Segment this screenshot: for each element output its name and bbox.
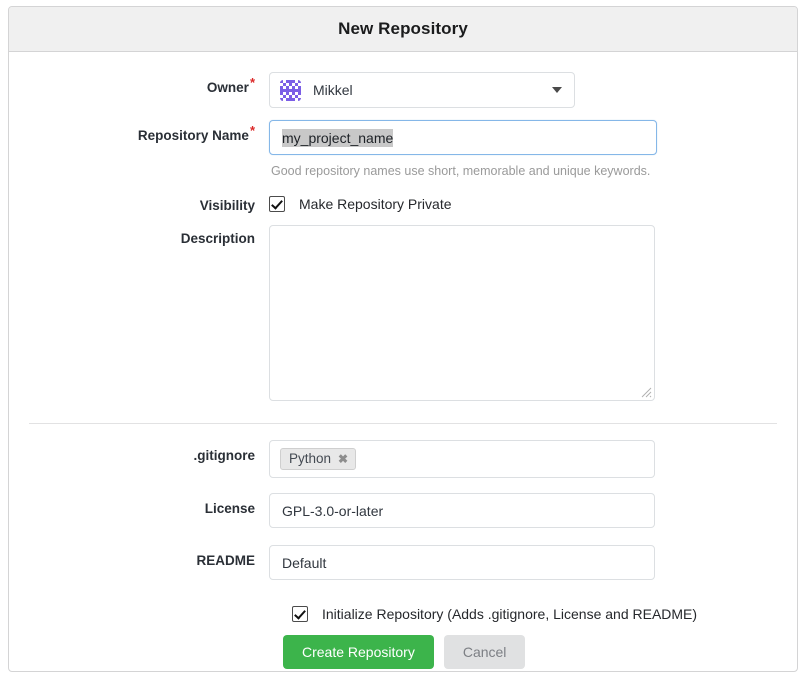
repository-name-label-wrap: Repository Name* xyxy=(9,120,269,144)
initialize-repository-label[interactable]: Initialize Repository (Adds .gitignore, … xyxy=(322,606,697,622)
license-input[interactable]: GPL-3.0-or-later xyxy=(269,493,655,528)
form-row-readme: README Default xyxy=(9,545,797,580)
page-title: New Repository xyxy=(338,19,468,38)
form-row-repository-name: Repository Name* my_project_name Good re… xyxy=(9,120,797,178)
visibility-check-line: Make Repository Private xyxy=(269,190,797,212)
gitignore-label-wrap: .gitignore xyxy=(9,440,269,463)
repository-name-required-marker: * xyxy=(249,122,255,138)
form-row-license: License GPL-3.0-or-later xyxy=(9,493,797,528)
repository-name-label: Repository Name xyxy=(137,128,249,143)
repository-name-value: my_project_name xyxy=(282,128,394,147)
form-row-visibility: Visibility Make Repository Private xyxy=(9,190,797,213)
owner-label-wrap: Owner* xyxy=(9,72,269,96)
initialize-check-line: Initialize Repository (Adds .gitignore, … xyxy=(292,600,797,622)
owner-select[interactable]: Mikkel xyxy=(269,72,575,108)
chevron-down-icon[interactable] xyxy=(552,87,562,93)
readme-input[interactable]: Default xyxy=(269,545,655,580)
identicon-svg xyxy=(280,79,301,101)
visibility-label: Visibility xyxy=(199,198,255,213)
close-icon[interactable]: ✖ xyxy=(338,453,348,465)
license-label-wrap: License xyxy=(9,493,269,516)
owner-field-col: Mikkel xyxy=(269,72,797,108)
identicon-avatar xyxy=(280,79,301,101)
action-buttons: Create Repository Cancel xyxy=(283,635,797,669)
license-label: License xyxy=(204,501,255,516)
description-label-wrap: Description xyxy=(9,225,269,246)
owner-label: Owner xyxy=(206,80,249,95)
card-header: New Repository xyxy=(9,7,797,52)
description-label: Description xyxy=(180,231,255,246)
readme-label-wrap: README xyxy=(9,545,269,568)
repository-name-field-col: my_project_name Good repository names us… xyxy=(269,120,797,178)
tag-label: Python xyxy=(289,451,332,466)
visibility-label-wrap: Visibility xyxy=(9,190,269,213)
gitignore-field-col: Python ✖ xyxy=(269,440,797,478)
make-repository-private-label[interactable]: Make Repository Private xyxy=(299,196,452,212)
form-row-description: Description xyxy=(9,225,797,401)
gitignore-input[interactable]: Python ✖ xyxy=(269,440,655,478)
readme-label: README xyxy=(196,553,255,568)
create-repository-button[interactable]: Create Repository xyxy=(283,635,434,669)
new-repository-page: New Repository Owner* Mikkel Repository … xyxy=(0,0,808,680)
form-row-owner: Owner* Mikkel xyxy=(9,72,797,108)
initialize-repository-checkbox[interactable] xyxy=(292,606,308,622)
repository-name-input[interactable]: my_project_name xyxy=(269,120,657,155)
make-repository-private-checkbox[interactable] xyxy=(269,196,285,212)
section-divider xyxy=(29,423,777,424)
tag-item[interactable]: Python ✖ xyxy=(280,448,357,470)
resize-handle-icon[interactable] xyxy=(641,387,652,398)
license-field-col: GPL-3.0-or-later xyxy=(269,493,797,528)
readme-value: Default xyxy=(282,554,327,571)
new-repository-card: New Repository Owner* Mikkel Repository … xyxy=(8,6,798,672)
gitignore-label: .gitignore xyxy=(193,448,256,463)
owner-value: Mikkel xyxy=(313,82,353,98)
visibility-field-col: Make Repository Private xyxy=(269,190,797,212)
repository-name-helper: Good repository names use short, memorab… xyxy=(271,164,651,178)
description-textarea[interactable] xyxy=(269,225,655,401)
owner-required-marker: * xyxy=(249,74,255,90)
description-field-col xyxy=(269,225,797,401)
license-value: GPL-3.0-or-later xyxy=(282,502,384,519)
form-row-gitignore: .gitignore Python ✖ xyxy=(9,440,797,478)
cancel-button[interactable]: Cancel xyxy=(443,635,526,669)
readme-field-col: Default xyxy=(269,545,797,580)
card-body: Owner* Mikkel Repository Name* my_projec… xyxy=(9,72,797,669)
